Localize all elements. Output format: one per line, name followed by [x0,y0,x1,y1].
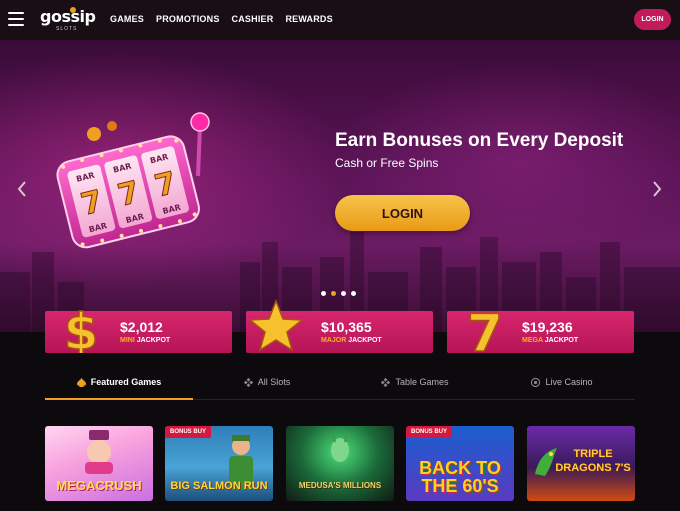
jackpot-mega-label: MEGA JACKPOT [522,337,578,344]
jackpot-word: JACKPOT [136,337,171,344]
diamond-cluster-icon [381,377,391,387]
prev-slide-arrow-icon[interactable] [15,180,29,198]
hero-login-button[interactable]: LOGIN [335,195,470,231]
game-tile-medusas-millions[interactable]: MEDUSA'S MILLIONS [286,426,394,501]
jackpot-major-label: MAJOR JACKPOT [321,337,382,344]
hero-title: Earn Bonuses on Every Deposit [335,130,624,151]
hero-subtitle: Cash or Free Spins [335,156,439,170]
slide-dot-2[interactable] [331,291,336,296]
candy-character-icon [85,430,113,474]
game-category-tabs: Featured Games All Slots Table Games Liv… [45,364,635,400]
jackpot-word: JACKPOT [544,337,579,344]
slide-indicators [321,291,356,296]
medusa-icon [324,434,356,462]
main-nav: GAMES PROMOTIONS CASHIER REWARDS [110,14,333,24]
next-slide-arrow-icon[interactable] [650,180,664,198]
seven-icon: 7 [466,303,504,353]
jackpot-mini: $ $2,012 MINI JACKPOT [45,302,232,353]
tab-label: Table Games [395,377,449,387]
jackpot-tier: MEGA [522,337,543,344]
active-tab-underline [45,398,193,400]
site-header: gossip SLOTS GAMES PROMOTIONS CASHIER RE… [0,0,680,40]
jackpot-tier: MAJOR [321,337,347,344]
game-title: MEDUSA'S MILLIONS [298,481,382,490]
nav-games[interactable]: GAMES [110,14,144,24]
svg-text:7: 7 [467,304,503,353]
slot-machine-illustration: BAR 7 BAR BAR 7 BAR BAR 7 BAR [56,112,210,249]
slide-dot-3[interactable] [341,291,346,296]
tab-label: Live Casino [545,377,593,387]
jackpot-mini-amount: $2,012 [120,319,163,335]
tab-featured-games[interactable]: Featured Games [45,364,193,400]
game-title: TRIPLE DRAGONS 7'S [555,448,631,474]
page: gossip SLOTS GAMES PROMOTIONS CASHIER RE… [0,0,680,511]
game-tile-back-to-the-60s[interactable]: BONUS BUY BACK TO THE 60'S [406,426,514,501]
chip-icon [531,377,541,387]
header-login-button[interactable]: LOGIN [634,9,671,30]
jackpot-tier: MINI [120,337,135,344]
tab-label: All Slots [257,377,291,387]
dollar-icon: $ [63,302,99,353]
nav-promotions[interactable]: PROMOTIONS [156,14,220,24]
bonus-buy-badge: BONUS BUY [165,426,212,438]
game-title: MEGACRUSH [56,478,142,493]
game-tile-big-salmon-run[interactable]: BONUS BUY BIG SALMON RUN [165,426,273,501]
bonus-buy-badge: BONUS BUY [406,426,453,438]
featured-games-row: MEGACRUSH BONUS BUY BIG SALMON RUN MEDUS… [45,426,635,501]
spade-icon [76,377,86,387]
jackpot-mini-label: MINI JACKPOT [120,337,170,344]
jackpot-mega: 7 $19,236 MEGA JACKPOT [447,303,634,353]
jackpot-major: $10,365 MAJOR JACKPOT [246,299,433,353]
tab-label: Featured Games [90,377,162,387]
diamond-cluster-icon [243,377,253,387]
game-title: BACK TO THE 60'S [419,458,501,496]
slide-dot-1[interactable] [321,291,326,296]
tab-all-slots[interactable]: All Slots [193,364,341,400]
nav-rewards[interactable]: REWARDS [285,14,332,24]
game-tile-megacrush[interactable]: MEGACRUSH [45,426,153,501]
hero-banner: BAR 7 BAR BAR 7 BAR BAR 7 BAR Earn Bonus… [0,40,680,332]
jackpot-word: JACKPOT [348,337,382,344]
jackpot-major-amount: $10,365 [321,319,372,335]
jackpot-mega-amount: $19,236 [522,319,573,335]
site-logo[interactable]: gossip SLOTS [40,7,96,34]
logo-subtext: SLOTS [56,26,78,32]
tab-live-casino[interactable]: Live Casino [489,364,635,400]
tab-table-games[interactable]: Table Games [341,364,489,400]
game-tile-triple-dragons-7s[interactable]: TRIPLE DRAGONS 7'S [527,426,635,501]
menu-icon[interactable] [8,12,24,26]
logo-text: gossip [40,7,96,26]
star-icon [247,299,305,352]
slide-dot-4[interactable] [351,291,356,296]
nav-cashier[interactable]: CASHIER [232,14,274,24]
game-title: BIG SALMON RUN [170,480,268,492]
logo-dot-icon [70,7,76,13]
svg-text:$: $ [64,303,99,353]
